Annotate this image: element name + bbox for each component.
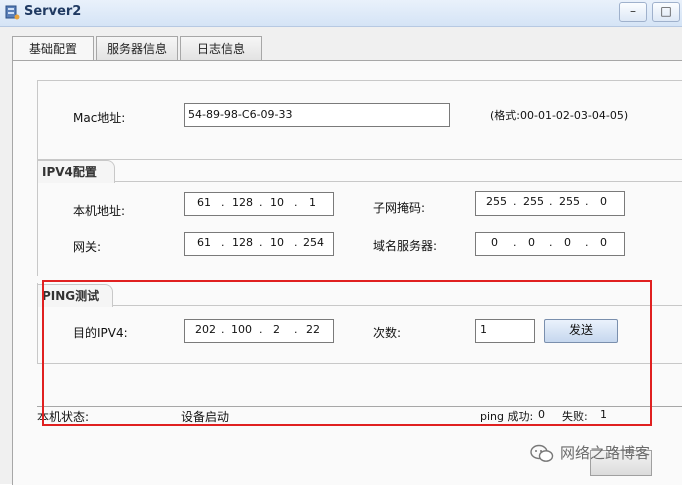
octet-separator: . xyxy=(294,236,298,249)
mask-label: 子网掩码: xyxy=(373,201,426,215)
mac-value: 54-89-98-C6-09-33 xyxy=(188,108,293,121)
gateway-label: 网关: xyxy=(73,240,102,254)
octet-separator: . xyxy=(221,196,225,209)
ip-octet: 61 xyxy=(197,196,211,209)
octet-separator: . xyxy=(513,236,517,249)
mask-octet: 255 xyxy=(559,195,580,208)
dns-label: 域名服务器: xyxy=(373,239,438,253)
window-title: Server2 xyxy=(24,4,82,19)
gateway-octet: 61 xyxy=(197,236,211,249)
wechat-icon xyxy=(530,444,554,462)
ipv4-group xyxy=(37,160,682,276)
gateway-octet: 128 xyxy=(232,236,253,249)
octet-separator: . xyxy=(513,195,517,208)
mask-octet: 0 xyxy=(600,195,607,208)
gateway-octet: 10 xyxy=(270,236,284,249)
mac-input[interactable]: 54-89-98-C6-09-33 xyxy=(184,103,450,127)
mac-label: Mac地址: xyxy=(73,111,126,125)
gateway-input[interactable]: 61 . 128 . 10 . 254 xyxy=(184,232,334,256)
mask-octet: 255 xyxy=(486,195,507,208)
dns-octet: 0 xyxy=(564,236,571,249)
tab-label: 日志信息 xyxy=(196,42,245,56)
dns-octet: 0 xyxy=(600,236,607,249)
section-title-text: IPV4配置 xyxy=(42,165,97,179)
octet-separator: . xyxy=(549,195,553,208)
tab-server-info[interactable]: 服务器信息 xyxy=(96,36,178,61)
maximize-icon: □ xyxy=(660,4,672,18)
minimize-icon: – xyxy=(630,4,636,18)
gateway-octet: 254 xyxy=(303,236,324,249)
dns-server-input[interactable]: 0 . 0 . 0 . 0 xyxy=(475,232,625,256)
subnet-mask-input[interactable]: 255 . 255 . 255 . 0 xyxy=(475,191,625,216)
ip-octet: 10 xyxy=(270,196,284,209)
octet-separator: . xyxy=(259,196,263,209)
tab-log-info[interactable]: 日志信息 xyxy=(180,36,262,61)
ip-address-input[interactable]: 61 . 128 . 10 . 1 xyxy=(184,192,334,216)
server-app-icon xyxy=(5,5,20,20)
watermark-text: 网络之路博客 xyxy=(560,444,651,462)
title-bar: Server2 – □ xyxy=(0,0,682,27)
tab-basic-config[interactable]: 基础配置 xyxy=(12,36,94,62)
octet-separator: . xyxy=(585,195,589,208)
ipv4-section-title: IPV4配置 xyxy=(37,160,115,183)
mask-octet: 255 xyxy=(523,195,544,208)
ip-octet: 1 xyxy=(309,196,316,209)
minimize-button[interactable]: – xyxy=(619,2,647,22)
ipv4-group-divider xyxy=(112,181,682,182)
ip-label: 本机地址: xyxy=(73,204,126,218)
dns-octet: 0 xyxy=(528,236,535,249)
tab-label: 基础配置 xyxy=(28,42,77,56)
mac-format-hint: (格式:00-01-02-03-04-05) xyxy=(490,109,629,122)
maximize-button[interactable]: □ xyxy=(652,2,680,22)
ip-octet: 128 xyxy=(232,196,253,209)
octet-separator: . xyxy=(221,236,225,249)
octet-separator: . xyxy=(549,236,553,249)
octet-separator: . xyxy=(259,236,263,249)
dns-octet: 0 xyxy=(491,236,498,249)
octet-separator: . xyxy=(585,236,589,249)
octet-separator: . xyxy=(294,196,298,209)
highlight-box xyxy=(42,280,652,426)
tab-label: 服务器信息 xyxy=(106,42,167,56)
